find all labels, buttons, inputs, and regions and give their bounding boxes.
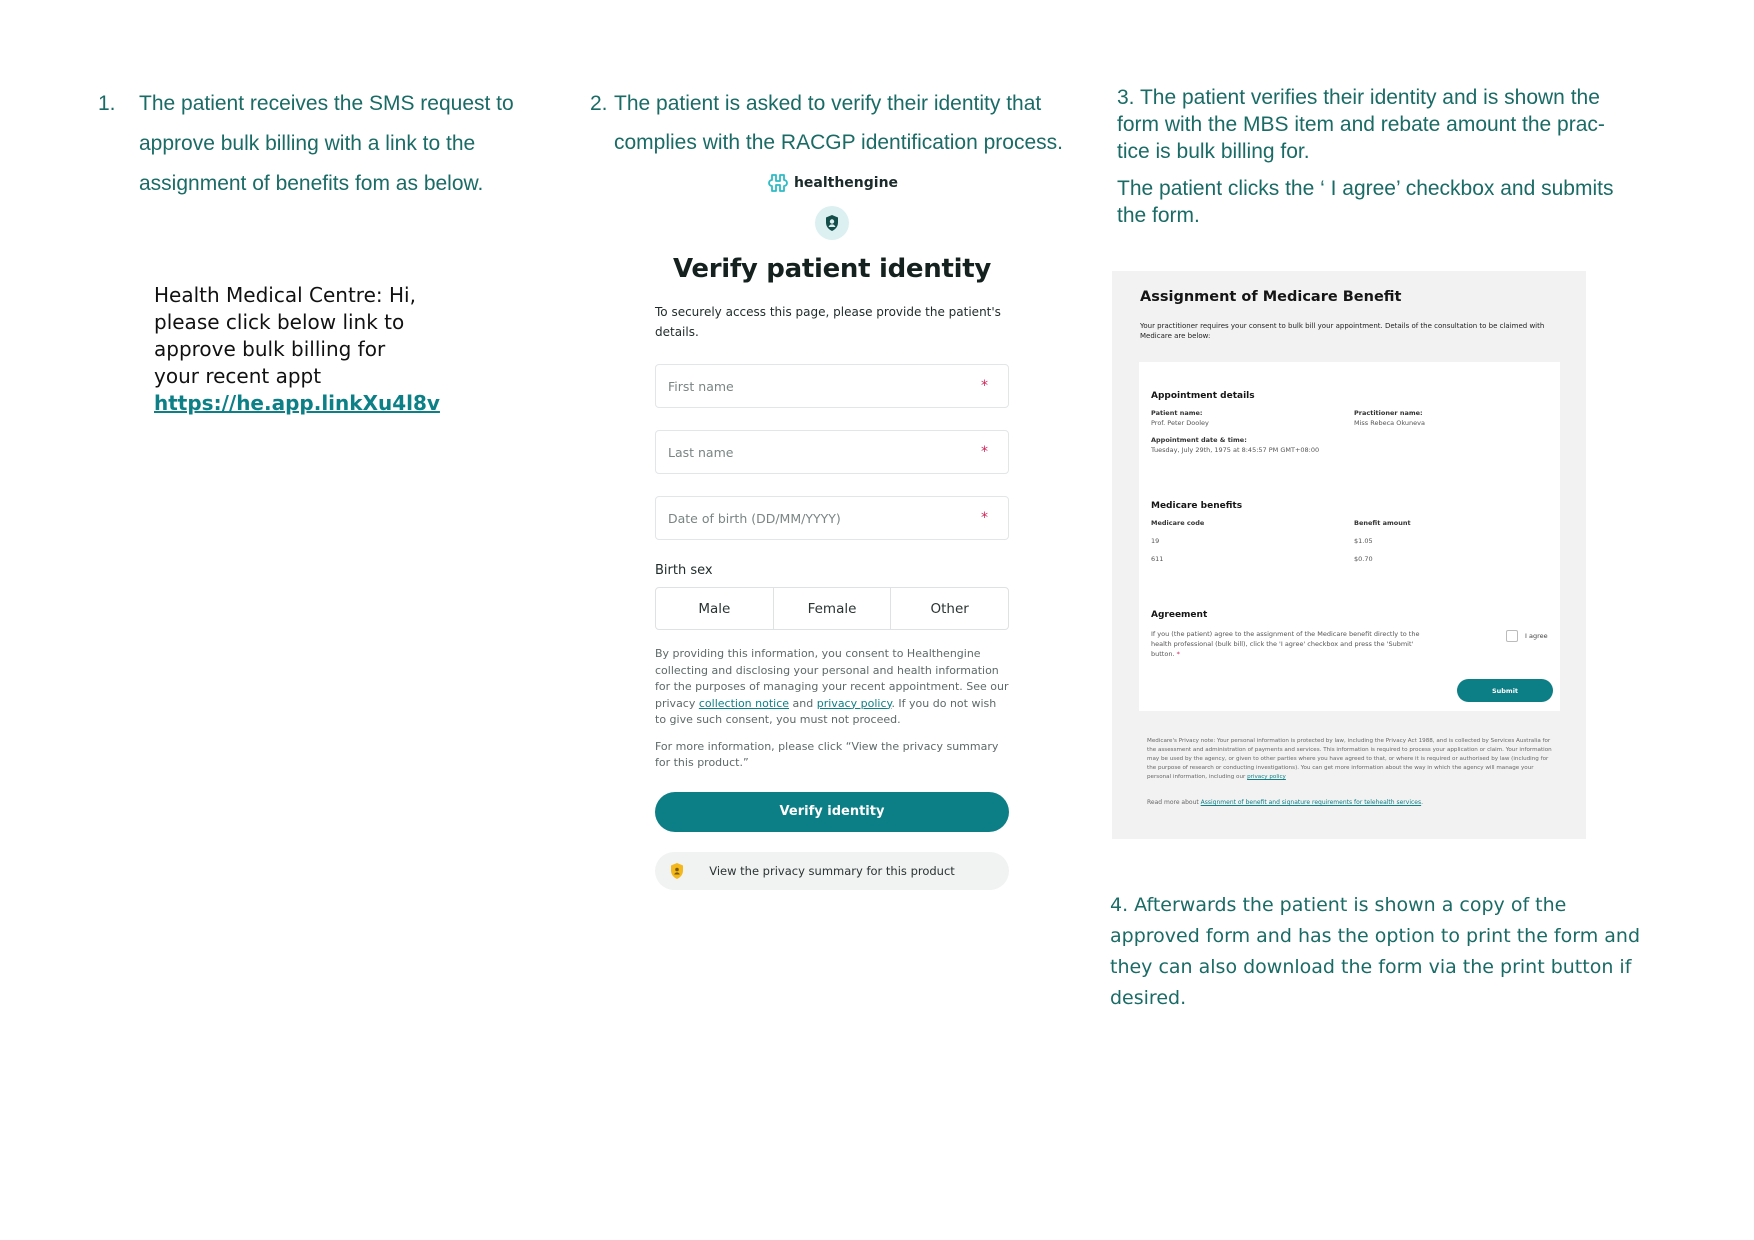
consent-text-part: and [789,696,817,710]
patient-name-value: Prof. Peter Dooley [1151,419,1209,427]
agreement-text: If you (the patient) agree to the assign… [1151,629,1426,659]
form-card: Appointment details Patient name: Prof. … [1139,362,1560,711]
collection-notice-link[interactable]: collection notice [699,697,789,710]
benefit-amount: $1.05 [1354,537,1373,545]
privacy-note-body: Medicare's Privacy note: Your personal i… [1147,738,1552,780]
step-3-text-2: The patient clicks the ‘ I agree’ checkb… [1117,177,1614,227]
step-1-number: 1. [98,92,116,115]
telehealth-requirements-link[interactable]: Assignment of benefit and signature requ… [1201,799,1421,806]
privacy-policy-link[interactable]: privacy policy [817,697,892,710]
sms-text: Health Medical Centre: Hi, please click … [154,283,416,388]
step-3-text: 3. The patient verifies their identity a… [1117,86,1605,163]
birth-sex-male-option[interactable]: Male [656,588,774,629]
more-info-text: For more information, please click “View… [655,739,999,770]
date-of-birth-input[interactable]: Date of birth (DD/MM/YYYY) * [655,496,1009,540]
healthengine-logo: healthengine [655,170,1009,196]
required-marker: * [981,510,988,526]
step-1-text: The patient receives the SMS request to … [139,92,514,195]
birth-sex-label: Birth sex [655,563,713,578]
step-2-number: 2. [590,92,608,115]
privacy-policy-link[interactable]: privacy policy [1247,774,1286,780]
birth-sex-selector: Male Female Other [655,587,1009,630]
appointment-details-heading: Appointment details [1151,391,1255,401]
sms-link[interactable]: https://he.app.linkXu4l8v [154,391,440,415]
form-title: Assignment of Medicare Benefit [1140,289,1402,305]
date-of-birth-placeholder: Date of birth (DD/MM/YYYY) [668,510,841,526]
appointment-datetime-value: Tuesday, July 29th, 1975 at 8:45:57 PM G… [1151,446,1320,454]
healthengine-logo-icon [768,174,788,192]
last-name-placeholder: Last name [668,444,734,460]
birth-sex-other-option[interactable]: Other [891,588,1008,629]
last-name-input[interactable]: Last name * [655,430,1009,474]
shield-user-icon [826,215,838,231]
read-more-text: . [1421,799,1424,806]
practitioner-name-label: Practitioner name: [1354,409,1423,417]
sms-message: Health Medical Centre: Hi, please click … [154,282,440,417]
privacy-note: Medicare's Privacy note: Your personal i… [1147,737,1555,782]
brand-name: healthengine [793,175,899,191]
consent-text: By providing this information, you conse… [655,646,1009,729]
verify-intro: To securely access this page, please pro… [655,305,1001,339]
birth-sex-female-option[interactable]: Female [774,588,892,629]
form-intro: Your practitioner requires your consent … [1140,322,1545,340]
benefit-amount-header: Benefit amount [1354,519,1411,527]
agree-checkbox[interactable] [1506,630,1518,642]
first-name-placeholder: First name [668,378,734,394]
privacy-summary-button[interactable]: View the privacy summary for this produc… [655,851,1009,890]
verify-identity-button[interactable]: Verify identity [655,791,1009,832]
submit-button[interactable]: Submit [1457,679,1553,702]
benefit-code: 611 [1151,555,1164,563]
step-3-instruction: 3. The patient verifies their identity a… [1117,84,1637,239]
medicare-code-header: Medicare code [1151,519,1205,527]
benefit-code: 19 [1151,537,1160,545]
shield-badge [815,206,849,240]
read-more: Read more about Assignment of benefit an… [1147,799,1423,806]
shield-badge-icon [669,862,685,883]
required-marker: * [981,444,988,460]
patient-name-label: Patient name: [1151,409,1203,417]
benefit-amount: $0.70 [1354,555,1373,563]
step-4-instruction: 4. Afterwards the patient is shown a cop… [1110,894,1641,1009]
first-name-input[interactable]: First name * [655,364,1009,408]
medicare-assignment-form: Assignment of Medicare Benefit Your prac… [1112,271,1586,839]
read-more-text: Read more about [1147,799,1201,806]
verify-identity-form: healthengine Verify patient identity To … [655,170,1009,890]
appointment-datetime-label: Appointment date & time: [1151,436,1247,444]
medicare-benefits-heading: Medicare benefits [1151,501,1243,511]
agreement-text-body: If you (the patient) agree to the assign… [1151,630,1420,658]
practitioner-name-value: Miss Rebeca Okuneva [1354,419,1425,427]
required-marker: * [981,378,988,394]
required-marker: * [1176,650,1180,658]
agree-label: I agree [1525,632,1548,640]
privacy-summary-label: View the privacy summary for this produc… [709,863,955,878]
page-title: Verify patient identity [673,254,991,284]
step-2-text: The patient is asked to verify their ide… [614,92,1063,154]
agreement-heading: Agreement [1151,610,1208,620]
